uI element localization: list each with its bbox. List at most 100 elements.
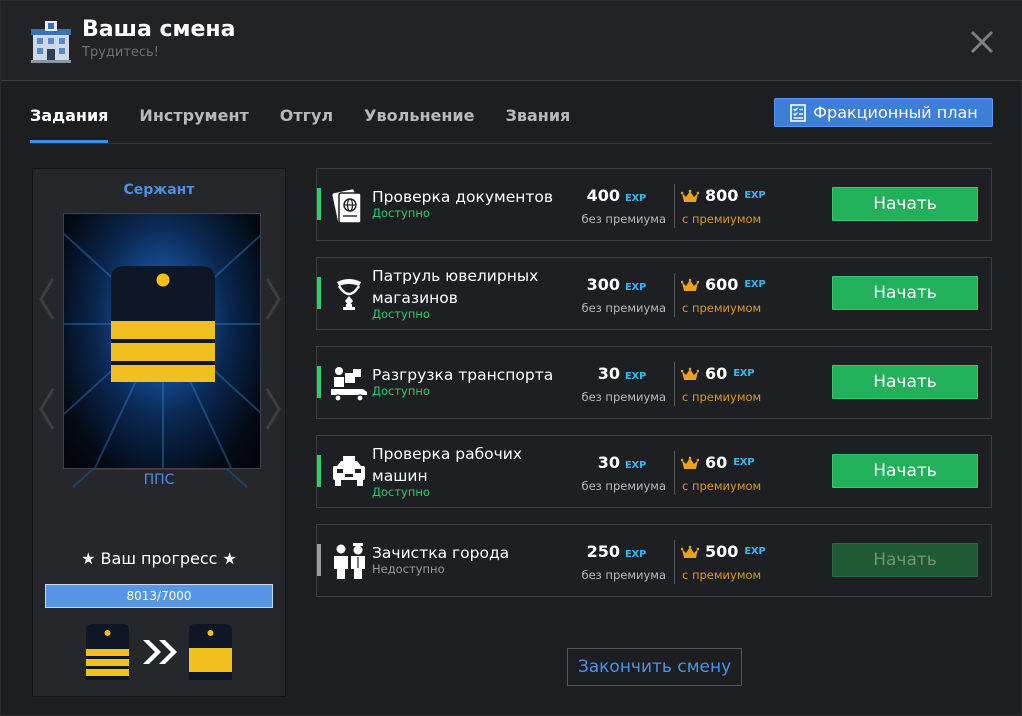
finish-shift-button[interactable]: Закончить смену [567,648,742,686]
rank-name: Сержант [123,182,195,198]
status-accent [317,366,321,398]
current-rank-epaulette-icon [86,624,129,680]
with-premium-label: с премиумом [682,390,762,404]
status-accent [317,544,321,576]
task-name: Патруль ювелирных магазинов [372,267,539,307]
window-subtitle: Трудитесь! [82,45,159,60]
no-premium-label: без премиума [581,301,666,315]
crown-icon [681,189,699,202]
no-premium-label: без премиума [581,390,666,404]
checklist-icon [790,103,807,122]
status-accent [317,188,321,220]
task-card: Проверка документов Доступно 400 EXP без … [316,168,992,241]
task-status: Недоступно [372,562,445,576]
start-button[interactable]: Начать [832,276,978,310]
task-card: Проверка рабочих машин Доступно 30 EXP бе… [316,435,992,508]
status-accent [317,277,321,309]
exp-unit: EXP [625,193,646,204]
truck-unload-icon [331,367,367,402]
task-name: Разгрузка транспорта [372,366,554,384]
start-button[interactable]: Начать [832,543,978,577]
exp-premium: 800 EXP [681,186,766,205]
tab-tools[interactable]: Инструмент [139,97,248,143]
exp-value: 400 [586,186,621,205]
exp-value: 30 [597,364,621,383]
exp-unit: EXP [625,460,646,471]
exp-premium-value: 600 [705,275,739,294]
with-premium-label: с премиумом [682,568,762,582]
divider [674,540,675,584]
next-rank-epaulette-icon [189,624,232,680]
tab-bar: Задания Инструмент Отгул Увольнение Зван… [30,97,601,143]
exp-value: 250 [586,542,621,561]
exp-unit: EXP [733,368,755,379]
with-premium-label: с премиумом [682,212,762,226]
exp-unit: EXP [625,371,646,382]
exp-unit: EXP [744,279,766,290]
rank-transition [86,624,232,680]
start-button[interactable]: Начать [832,187,978,221]
close-icon[interactable] [967,27,997,57]
exp-value: 300 [586,275,621,294]
no-premium-label: без премиума [581,479,666,493]
exp-base: 300 EXP [586,275,647,294]
officers-icon [334,543,365,579]
tab-day-off[interactable]: Отгул [280,97,333,143]
exp-value: 30 [597,453,621,472]
task-status: Доступно [372,206,430,220]
rank-unit: ППС [143,472,175,488]
start-button[interactable]: Начать [832,365,978,399]
crown-icon [681,367,699,380]
window-title: Ваша смена [82,17,236,42]
exp-premium: 60 EXP [681,364,755,383]
faction-plan-label: Фракционный план [813,103,978,122]
rank-image [63,213,261,469]
no-premium-label: без премиума [581,212,666,226]
exp-base: 30 EXP [597,453,647,472]
exp-unit: EXP [733,457,755,468]
rank-card: Сержант ППС ★ Ваш прогресс ★ 8013/7000 [32,168,286,697]
divider [674,273,675,317]
tab-tasks[interactable]: Задания [30,97,109,143]
task-name: Проверка документов [372,188,554,206]
police-station-icon [31,21,71,63]
faction-plan-button[interactable]: Фракционный план [774,98,993,127]
divider [674,184,675,228]
no-premium-label: без премиума [581,568,666,582]
tabs-divider [30,143,992,144]
taxi-icon [333,456,365,486]
jewelry-icon [337,279,361,310]
exp-premium-value: 800 [705,186,739,205]
status-accent [317,455,321,487]
start-button[interactable]: Начать [832,454,978,488]
exp-premium-value: 500 [705,542,739,561]
task-name: Проверка рабочих машин [372,445,523,485]
task-card: Разгрузка транспорта Доступно 30 EXP без … [316,346,992,419]
tab-dismissal[interactable]: Увольнение [364,97,474,143]
progress-title: ★ Ваш прогресс ★ [81,549,237,568]
with-premium-label: с премиумом [682,301,762,315]
exp-premium-value: 60 [705,453,728,472]
exp-premium: 500 EXP [681,542,766,561]
divider [674,362,675,406]
exp-base: 250 EXP [586,542,647,561]
with-premium-label: с премиумом [682,479,762,493]
task-name: Зачистка города [372,544,510,562]
crown-icon [681,456,699,469]
shift-window: Ваша смена Трудитесь! Задания Инструмент… [0,0,1022,716]
task-card: Зачистка города Недоступно 250 EXP без пр… [316,524,992,597]
tab-ranks[interactable]: Звания [505,97,570,143]
window-header: Ваша смена Трудитесь! [1,1,1022,81]
double-chevron-right-icon [143,640,177,664]
exp-base: 30 EXP [597,364,647,383]
progress-bar: 8013/7000 [45,584,273,608]
task-status: Доступно [372,307,430,321]
exp-premium: 600 EXP [681,275,766,294]
exp-unit: EXP [744,190,766,201]
exp-base: 400 EXP [586,186,647,205]
task-card: Патруль ювелирных магазинов Доступно 300… [316,257,992,330]
exp-unit: EXP [744,546,766,557]
progress-text: 8013/7000 [126,589,192,603]
crown-icon [681,278,699,291]
task-status: Доступно [372,485,430,499]
